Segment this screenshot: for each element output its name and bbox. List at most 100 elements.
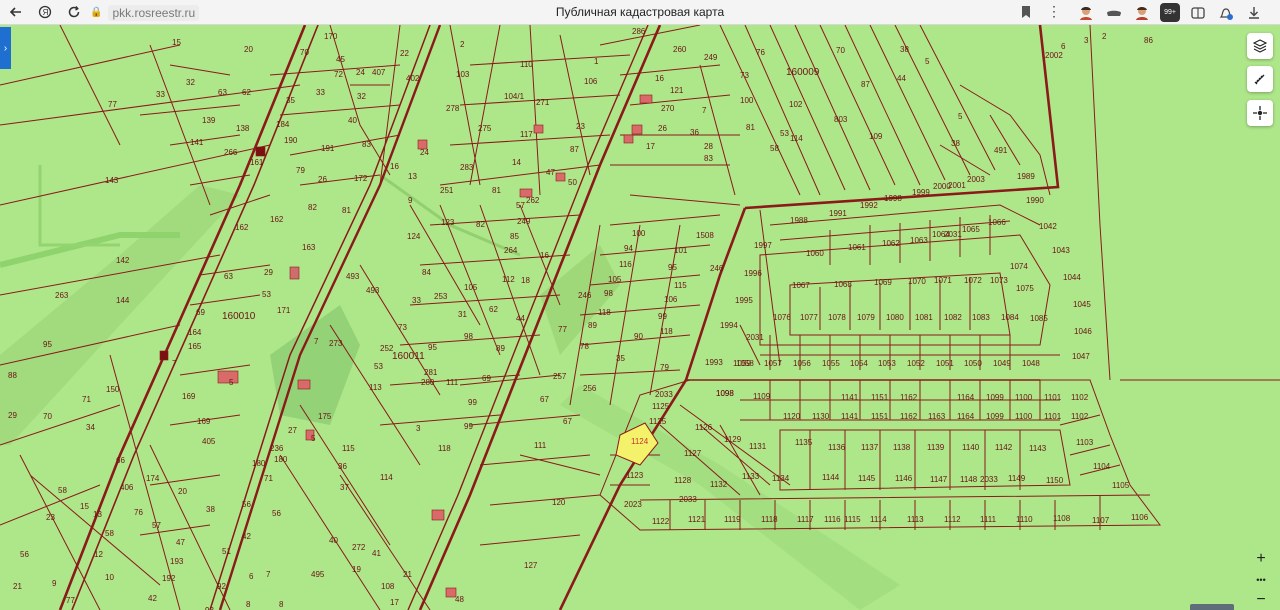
sidebar-toggle-button[interactable]: › <box>0 27 11 69</box>
parcel-number-label[interactable]: 191 <box>321 144 335 153</box>
parcel-number-label[interactable]: 7 <box>314 337 319 346</box>
parcel-number-label[interactable]: 1066 <box>988 218 1006 227</box>
parcel-number-label[interactable]: 1990 <box>1026 196 1044 205</box>
parcel-number-label[interactable]: 99 <box>658 312 667 321</box>
parcel-number-label[interactable]: 106 <box>664 295 678 304</box>
parcel-number-label[interactable]: 162 <box>235 223 249 232</box>
parcel-number-label[interactable]: 103 <box>456 70 470 79</box>
parcel-number-label[interactable]: 1065 <box>962 225 980 234</box>
parcel-number-label[interactable]: 6 <box>1061 42 1066 51</box>
parcel-number-label[interactable]: 31 <box>458 310 467 319</box>
parcel-number-label[interactable]: 1131 <box>749 442 767 451</box>
parcel-number-label[interactable]: 175 <box>318 412 332 421</box>
parcel-number-label[interactable]: 1162 <box>900 393 918 402</box>
parcel-number-label[interactable]: 1138 <box>893 443 911 452</box>
parcel-number-label[interactable]: 1508 <box>696 231 714 240</box>
parcel-number-label[interactable]: 111 <box>446 378 459 387</box>
parcel-number-label[interactable]: 1992 <box>860 201 878 210</box>
parcel-number-label[interactable]: 29 <box>264 268 273 277</box>
parcel-number-label[interactable]: 260 <box>673 45 687 54</box>
parcel-number-label[interactable]: 5 <box>229 378 234 387</box>
parcel-number-label[interactable]: 57 <box>152 521 161 530</box>
parcel-number-label[interactable]: 69 <box>196 308 205 317</box>
parcel-number-label[interactable]: 72 <box>334 70 343 79</box>
parcel-number-label[interactable]: 67 <box>563 417 572 426</box>
parcel-number-label[interactable]: 1080 <box>886 313 904 322</box>
parcel-number-label[interactable]: 1099 <box>986 412 1004 421</box>
parcel-number-label[interactable]: 1106 <box>1131 513 1149 522</box>
parcel-number-label[interactable]: 8 <box>279 600 284 609</box>
parcel-number-label[interactable]: 2003 <box>967 175 985 184</box>
parcel-number-label[interactable]: 110 <box>520 60 533 69</box>
parcel-number-label[interactable]: 113 <box>369 383 382 392</box>
parcel-number-label[interactable]: 63 <box>218 88 227 97</box>
parcel-number-label[interactable]: 15 <box>80 502 89 511</box>
parcel-number-label[interactable]: 1136 <box>828 443 846 452</box>
parcel-number-label[interactable]: 1050 <box>964 359 982 368</box>
parcel-number-label[interactable]: 1145 <box>858 474 876 483</box>
parcel-number-label[interactable]: 1084 <box>1001 313 1019 322</box>
parcel-number-label[interactable]: 1048 <box>1022 359 1040 368</box>
parcel-number-label[interactable]: 56 <box>272 509 281 518</box>
parcel-number-label[interactable]: 5 <box>925 57 930 66</box>
parcel-number-label[interactable]: 79 <box>660 363 669 372</box>
parcel-number-label[interactable]: 1111 <box>980 515 997 524</box>
badge-extension-icon[interactable]: 99+ <box>1160 3 1180 22</box>
parcel-number-label[interactable]: 164 <box>188 328 202 337</box>
parcel-number-label[interactable]: 7 <box>172 359 177 368</box>
parcel-number-label[interactable]: 105 <box>464 283 478 292</box>
parcel-number-label[interactable]: 1063 <box>910 236 928 245</box>
parcel-number-label[interactable]: 69 <box>482 374 491 383</box>
parcel-number-label[interactable]: 174 <box>146 474 160 483</box>
parcel-number-label[interactable]: 266 <box>224 148 238 157</box>
parcel-number-label[interactable]: 163 <box>302 243 316 252</box>
parcel-layer[interactable]: 1520 7017022212862602494572 24 407402 103110… <box>0 25 1280 610</box>
parcel-number-label[interactable]: 36 <box>338 462 347 471</box>
parcel-number-label[interactable]: 87 <box>861 80 870 89</box>
parcel-number-label[interactable]: 2033 <box>679 495 697 504</box>
parcel-number-label[interactable]: 15 <box>172 38 181 47</box>
parcel-number-label[interactable]: 264 <box>504 246 518 255</box>
parcel-number-label[interactable]: 33 <box>316 88 325 97</box>
parcel-number-label[interactable]: 1988 <box>790 216 808 225</box>
bookmark-icon[interactable] <box>1018 4 1034 20</box>
parcel-number-label[interactable]: 1045 <box>1073 300 1091 309</box>
parcel-number-label[interactable]: 1101 <box>1044 412 1062 421</box>
parcel-number-label[interactable]: 53 <box>780 129 789 138</box>
parcel-number-label[interactable]: 1115 <box>844 515 861 524</box>
parcel-number-label[interactable]: 1996 <box>744 269 762 278</box>
parcel-number-label[interactable]: 1998 <box>884 194 902 203</box>
parcel-number-label[interactable]: 1076 <box>773 313 791 322</box>
selected-parcel-label[interactable]: 1124 <box>631 437 649 446</box>
parcel-number-label[interactable]: 42 <box>242 532 251 541</box>
parcel-number-label[interactable]: 24 <box>420 148 429 157</box>
parcel-number-label[interactable]: 1146 <box>895 474 913 483</box>
parcel-number-label[interactable]: 5 <box>311 434 316 443</box>
parcel-number-label[interactable]: 270 <box>661 104 675 113</box>
measure-button[interactable] <box>1247 66 1273 92</box>
parcel-number-label[interactable]: 1069 <box>874 278 892 287</box>
parcel-number-label[interactable]: 58 <box>770 144 779 153</box>
parcel-number-label[interactable]: 1132 <box>710 480 728 489</box>
parcel-number-label[interactable]: 35 <box>286 96 295 105</box>
parcel-number-label[interactable]: 1994 <box>720 321 738 330</box>
parcel-number-label[interactable]: 19 <box>352 565 361 574</box>
parcel-number-label[interactable]: 114 <box>380 473 393 482</box>
parcel-number-label[interactable]: 1075 <box>1016 284 1034 293</box>
parcel-number-label[interactable]: 1993 <box>705 358 723 367</box>
parcel-number-label[interactable]: 100 <box>632 229 646 238</box>
parcel-number-label[interactable]: 3 <box>1084 36 1089 45</box>
parcel-number-label[interactable]: 1112 <box>944 515 961 524</box>
parcel-number-label[interactable]: 99 <box>464 422 473 431</box>
parcel-number-label[interactable]: 116 <box>619 260 632 269</box>
parcel-number-label[interactable]: 17 <box>646 142 655 151</box>
parcel-number-label[interactable]: 21 <box>13 582 22 591</box>
parcel-number-label[interactable]: 114 <box>790 134 803 143</box>
parcel-number-label[interactable]: 1102 <box>1071 393 1089 402</box>
parcel-number-label[interactable]: 81 <box>746 123 755 132</box>
parcel-number-label[interactable]: 73 <box>740 71 749 80</box>
parcel-number-label[interactable]: 44 <box>897 74 906 83</box>
parcel-number-label[interactable]: 1997 <box>754 241 772 250</box>
parcel-number-label[interactable]: 118 <box>438 444 451 453</box>
parcel-number-label[interactable]: 169 <box>197 417 211 426</box>
